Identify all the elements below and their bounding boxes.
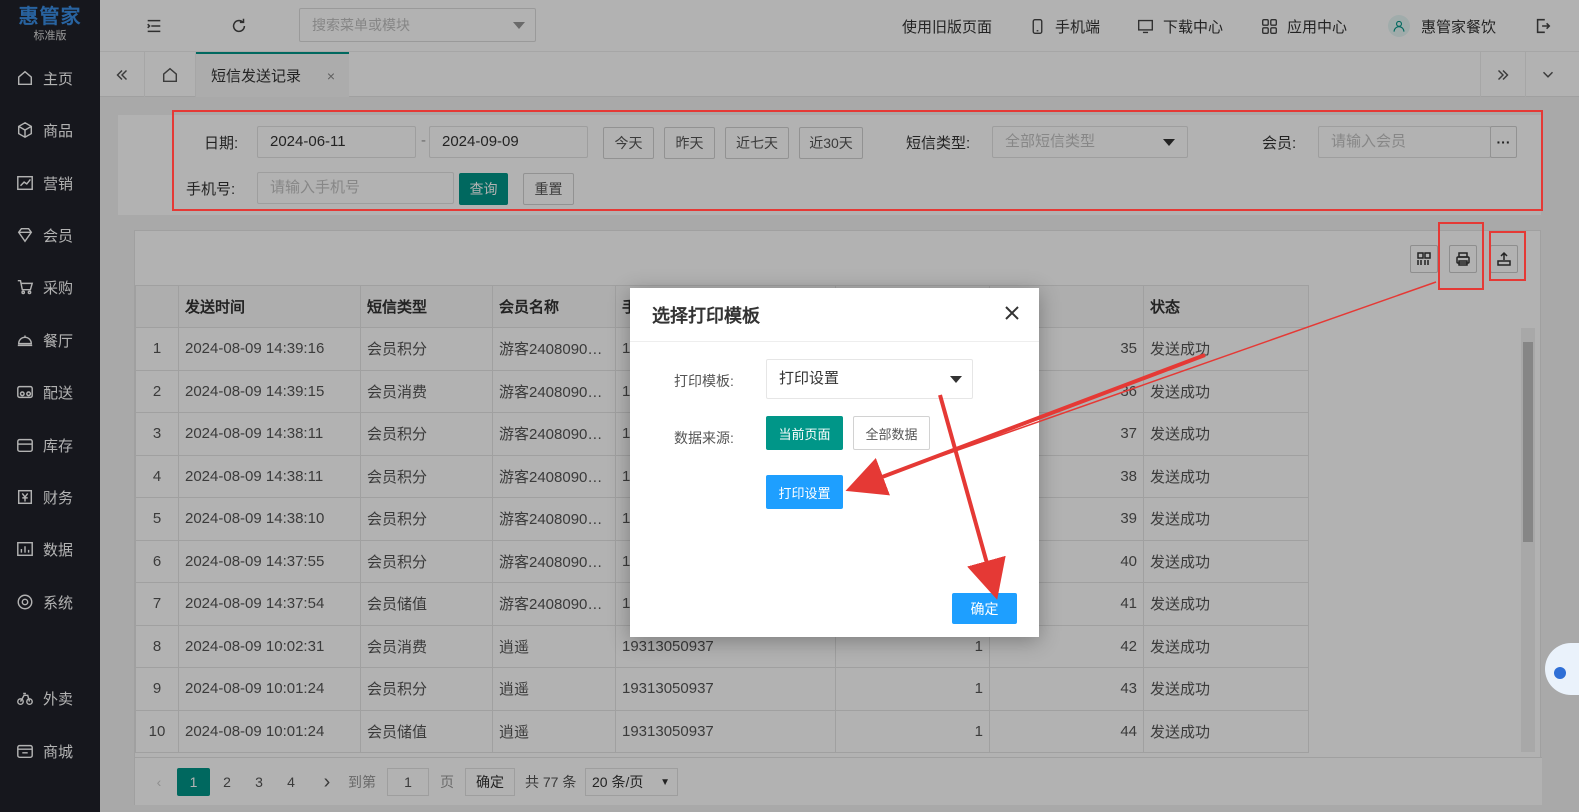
chevron-down-icon: [950, 376, 962, 383]
print-settings-button[interactable]: 打印设置: [766, 475, 843, 509]
template-select[interactable]: 打印设置: [766, 359, 973, 399]
current-page-button[interactable]: 当前页面: [766, 416, 843, 450]
source-label: 数据来源:: [674, 430, 734, 446]
close-icon[interactable]: [1001, 302, 1023, 324]
confirm-button[interactable]: 确定: [952, 593, 1017, 624]
all-data-button[interactable]: 全部数据: [853, 416, 930, 450]
template-value: 打印设置: [779, 370, 840, 387]
print-template-dialog: 选择打印模板 打印模板: 打印设置 数据来源: 当前页面 全部数据 打印设置 确…: [630, 288, 1039, 637]
dialog-title: 选择打印模板: [630, 288, 1039, 342]
assistant-eye: [1554, 667, 1566, 679]
template-label: 打印模板:: [674, 373, 734, 389]
